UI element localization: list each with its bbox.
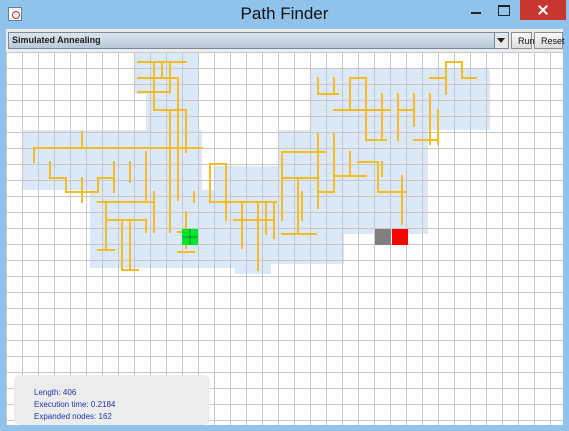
explored-region (22, 52, 490, 274)
stat-length: Length: 406 (34, 388, 77, 397)
explored-cell-block (235, 238, 271, 274)
grid-panel[interactable]: Length: 406 Execution time: 0.2184 Expan… (6, 52, 563, 425)
goal-node (392, 229, 408, 245)
stat-expanded-nodes: Expanded nodes: 162 (34, 412, 112, 421)
explored-cell-block (406, 72, 490, 112)
stat-execution-time: Execution time: 0.2184 (34, 400, 116, 409)
stats-panel: Length: 406 Execution time: 0.2184 Expan… (14, 375, 210, 425)
app-window: Path Finder Simulated Annealing Run Rese… (0, 0, 569, 431)
maximize-icon[interactable] (490, 0, 518, 20)
algorithm-selected-value: Simulated Annealing (12, 35, 101, 45)
explored-cell-block (380, 192, 428, 228)
path-grid[interactable] (6, 52, 563, 425)
current-node (375, 229, 391, 245)
minimize-icon[interactable] (462, 0, 490, 20)
reset-button[interactable]: Reset (534, 32, 565, 49)
toolbar: Simulated Annealing Run Reset (6, 29, 565, 52)
title-bar[interactable]: Path Finder (0, 0, 569, 29)
algorithm-select[interactable]: Simulated Annealing (8, 32, 509, 49)
close-icon[interactable] (520, 0, 566, 20)
dropdown-arrow-icon[interactable] (494, 33, 508, 48)
run-button[interactable]: Run (511, 32, 535, 49)
